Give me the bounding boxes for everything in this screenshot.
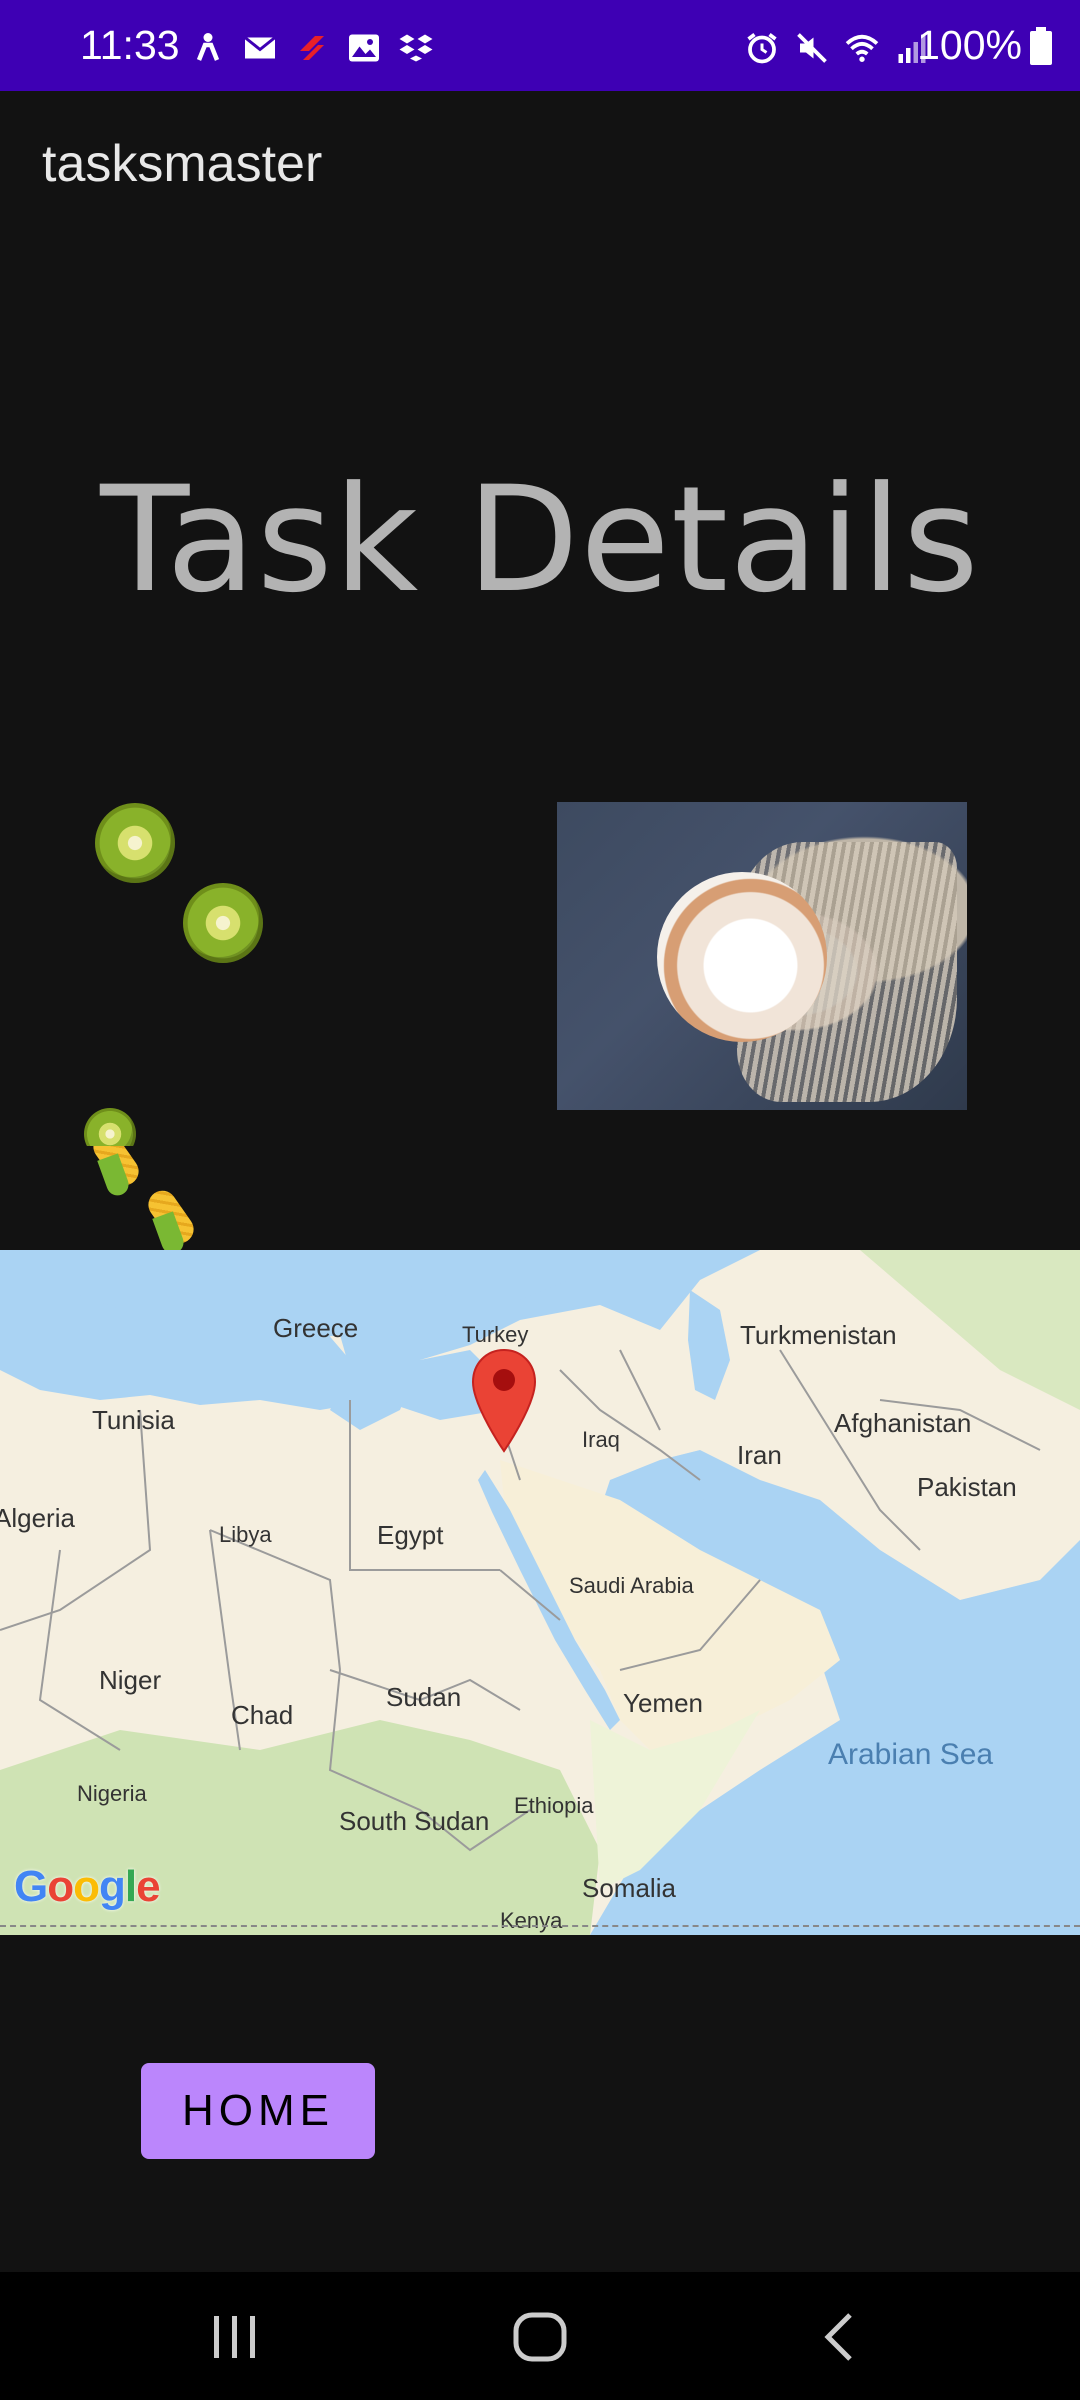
system-icons	[744, 30, 930, 66]
map-label-tunisia: Tunisia	[92, 1405, 175, 1435]
mail-icon	[244, 36, 276, 59]
app-title: tasksmaster	[42, 135, 323, 193]
wifi-icon	[845, 34, 879, 62]
map-label-south-sudan: South Sudan	[339, 1806, 490, 1836]
kiwi-icon	[95, 803, 175, 883]
map-label-somalia: Somalia	[582, 1873, 676, 1903]
battery-percent: 100%	[917, 22, 1022, 68]
map-label-turkey: Turkey	[462, 1322, 529, 1347]
app-logo-icon	[300, 36, 324, 60]
recent-apps-icon[interactable]	[212, 2312, 258, 2362]
status-bar: 11:33 100%	[0, 0, 1080, 91]
status-time: 11:33	[80, 22, 180, 68]
map-label-egypt: Egypt	[377, 1520, 444, 1550]
map-label-libya: Libya	[219, 1522, 272, 1547]
notification-icons	[190, 30, 434, 66]
location-map[interactable]: Greece Turkey Turkmenistan Tunisia Iraq …	[0, 1250, 1080, 1935]
map-pin-icon[interactable]	[471, 1348, 537, 1453]
kiwi-icon	[84, 1108, 136, 1146]
map-divider	[0, 1925, 1080, 1927]
map-label-iran: Iran	[737, 1440, 782, 1470]
map-label-ethiopia: Ethiopia	[514, 1793, 594, 1818]
map-terrain	[0, 1250, 1080, 1935]
map-label-algeria: Algeria	[0, 1503, 75, 1533]
home-button[interactable]: HOME	[141, 2063, 375, 2159]
map-label-turkmenistan: Turkmenistan	[740, 1320, 897, 1350]
emoji-row-kiwi-2	[0, 1100, 300, 1146]
back-icon[interactable]	[822, 2312, 854, 2362]
map-label-nigeria: Nigeria	[77, 1781, 147, 1806]
map-label-yemen: Yemen	[623, 1688, 703, 1718]
kiwi-icon	[183, 883, 263, 963]
home-nav-icon[interactable]	[513, 2312, 567, 2362]
navigation-bar	[0, 2272, 1080, 2400]
map-label-afghanistan: Afghanistan	[834, 1408, 972, 1438]
mute-icon	[797, 33, 827, 63]
map-label-sudan: Sudan	[386, 1682, 462, 1712]
google-logo: Google	[14, 1862, 161, 1911]
map-label-greece: Greece	[273, 1313, 359, 1343]
map-label-kenya: Kenya	[500, 1908, 563, 1933]
task-image	[557, 802, 967, 1110]
accessibility-icon	[196, 33, 220, 61]
map-label-saudi-arabia: Saudi Arabia	[569, 1573, 694, 1598]
image-icon	[349, 34, 379, 62]
alarm-icon	[747, 33, 777, 64]
battery-icon	[1030, 26, 1052, 65]
corn-icon	[142, 1185, 200, 1249]
map-label-iraq: Iraq	[582, 1427, 620, 1452]
page-title: Task Details	[100, 455, 980, 625]
map-label-pakistan: Pakistan	[917, 1472, 1017, 1502]
battery-status: 100%	[917, 22, 1052, 69]
sleeping-cat	[657, 872, 827, 1042]
map-label-arabian-sea: Arabian Sea	[828, 1738, 994, 1771]
map-label-niger: Niger	[99, 1665, 162, 1695]
dropbox-icon	[399, 34, 433, 62]
map-label-chad: Chad	[231, 1700, 294, 1730]
